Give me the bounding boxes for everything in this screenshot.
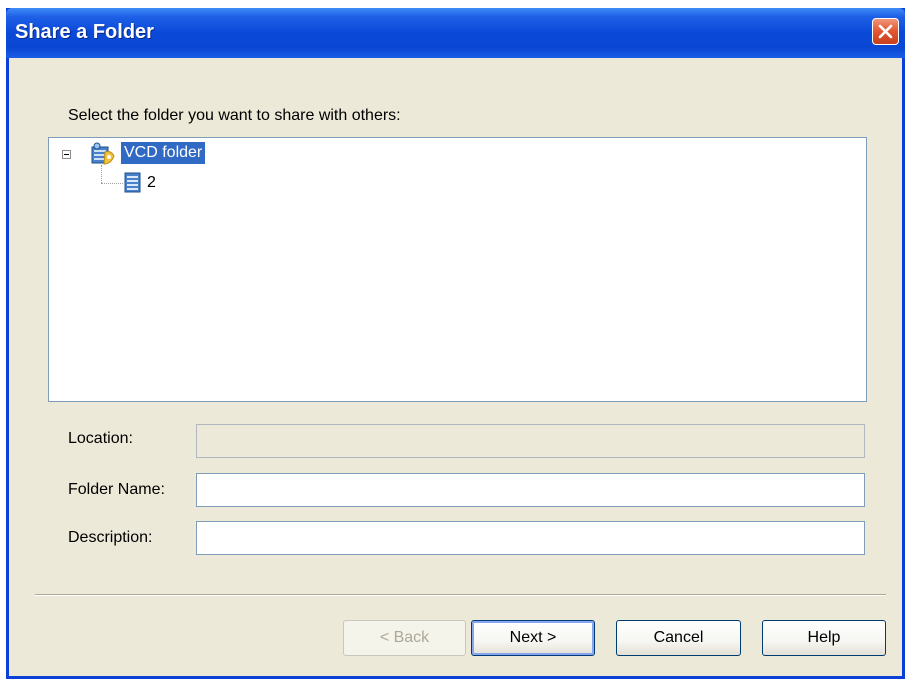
document-icon: [124, 172, 141, 193]
folder-name-field[interactable]: [196, 473, 865, 507]
tree-item-vcd-folder[interactable]: VCD folder: [121, 142, 206, 164]
tree-connector-branch: [101, 183, 123, 184]
share-folder-dialog: Share a Folder Select the folder you wan…: [6, 8, 905, 679]
location-field: [196, 424, 865, 458]
vcd-folder-icon: [91, 142, 115, 165]
back-button[interactable]: < Back: [343, 620, 466, 656]
close-button[interactable]: [872, 18, 899, 45]
help-button[interactable]: Help: [762, 620, 886, 656]
close-x-icon: [878, 24, 893, 39]
tree-connector-line: [101, 165, 102, 183]
dialog-body: Select the folder you want to share with…: [9, 58, 902, 676]
folder-prompt: Select the folder you want to share with…: [68, 107, 401, 124]
cancel-button[interactable]: Cancel: [616, 620, 741, 656]
folder-name-label: Folder Name:: [68, 481, 165, 498]
folder-tree[interactable]: VCD folder 2: [48, 137, 867, 402]
description-label: Description:: [68, 529, 153, 546]
next-button[interactable]: Next >: [471, 620, 595, 656]
title-bar[interactable]: Share a Folder: [6, 8, 905, 58]
location-label: Location:: [68, 430, 133, 447]
button-separator: [35, 594, 886, 596]
window-title: Share a Folder: [15, 21, 154, 43]
description-field[interactable]: [196, 521, 865, 555]
collapse-toggle[interactable]: [62, 150, 71, 159]
tree-item-2[interactable]: 2: [147, 173, 156, 193]
